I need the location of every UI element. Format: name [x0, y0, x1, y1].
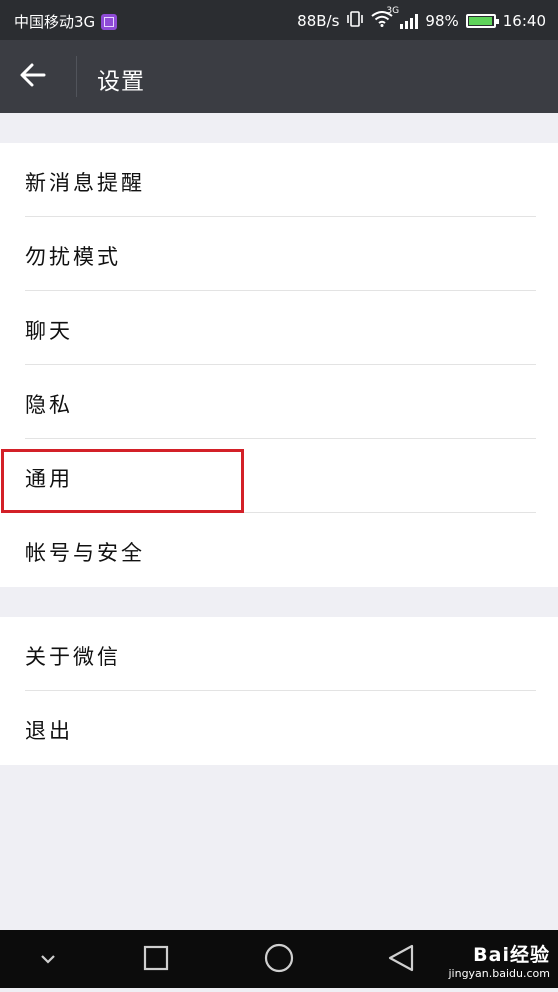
settings-item-do-not-disturb[interactable]: 勿扰模式	[0, 217, 558, 291]
watermark-brand: Bai经验	[473, 944, 550, 966]
app-bar-divider	[76, 56, 77, 97]
carrier-name: 中国移动3G	[14, 13, 96, 31]
settings-group-main: 新消息提醒 勿扰模式 聊天 隐私 通用 帐号与安全	[0, 143, 558, 587]
clock: 16:40	[502, 12, 546, 30]
battery-percent: 98%	[425, 12, 459, 30]
settings-item-label: 隐私	[25, 393, 73, 417]
signal-strength-icon: 3G	[386, 6, 419, 29]
settings-item-label: 关于微信	[25, 645, 121, 669]
page-title: 设置	[97, 69, 145, 95]
network-type: 3G	[386, 6, 400, 16]
recents-button[interactable]	[126, 930, 186, 988]
settings-item-label: 新消息提醒	[25, 171, 145, 195]
settings-item-account-security[interactable]: 帐号与安全	[0, 513, 558, 587]
circle-icon	[264, 943, 294, 973]
back-nav-button[interactable]	[372, 930, 432, 988]
battery-icon	[465, 14, 499, 28]
settings-group-secondary: 关于微信 退出	[0, 617, 558, 765]
settings-item-privacy[interactable]: 隐私	[0, 365, 558, 439]
battery-fill	[468, 17, 493, 25]
back-button[interactable]	[18, 60, 62, 94]
settings-item-label: 勿扰模式	[25, 245, 121, 269]
settings-item-chat[interactable]: 聊天	[0, 291, 558, 365]
app-bar: 设置	[0, 40, 558, 113]
status-bar: 中国移动3G 88B/s 3G 98% 16:40	[0, 0, 558, 40]
home-button[interactable]	[249, 930, 309, 988]
watermark: Bai经验 jingyan.baidu.com	[448, 940, 550, 980]
highlight-box	[1, 449, 244, 513]
status-left: 中国移动3G	[14, 11, 118, 32]
settings-item-about[interactable]: 关于微信	[0, 617, 558, 691]
net-speed: 88B/s	[297, 12, 340, 30]
hide-nav-button[interactable]	[18, 930, 78, 988]
settings-item-logout[interactable]: 退出	[0, 691, 558, 765]
arrow-left-icon	[20, 63, 46, 87]
settings-item-label: 帐号与安全	[25, 541, 145, 565]
chevron-down-icon	[41, 955, 55, 964]
settings-item-label: 退出	[25, 719, 73, 743]
square-icon	[143, 945, 169, 971]
watermark-url: jingyan.baidu.com	[448, 967, 550, 980]
notification-app-icon	[101, 13, 118, 30]
triangle-back-icon	[388, 944, 414, 972]
settings-item-new-message-alert[interactable]: 新消息提醒	[0, 143, 558, 217]
status-right: 88B/s 3G 98% 16:40	[297, 6, 546, 31]
settings-item-label: 聊天	[25, 319, 73, 343]
vibrate-icon	[346, 11, 364, 31]
